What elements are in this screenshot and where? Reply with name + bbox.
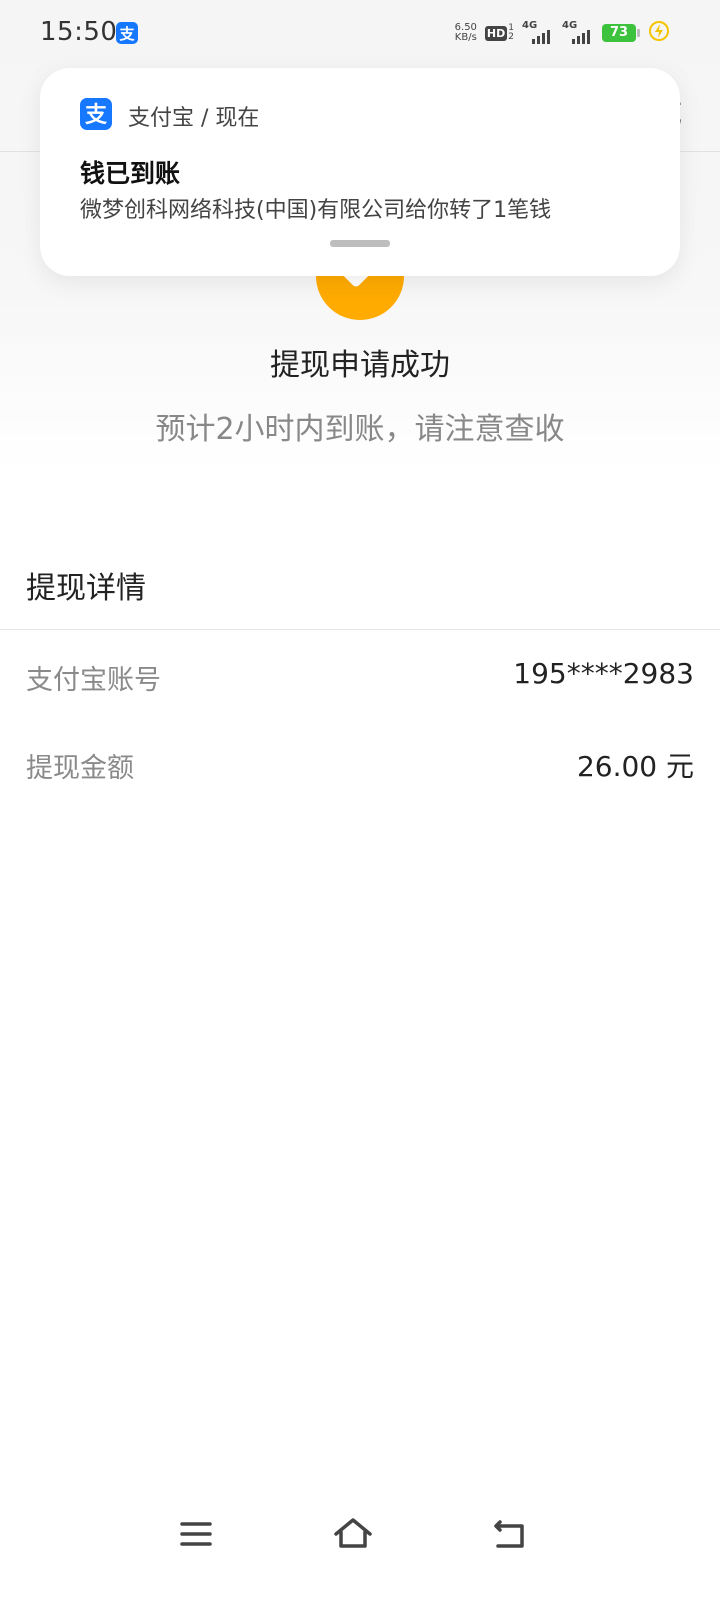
status-bar: 15:50 支 6.50 KB/s HD 1 2 4G 4G 73 bbox=[0, 0, 720, 64]
menu-icon[interactable] bbox=[172, 1510, 220, 1558]
details-header: 提现详情 bbox=[0, 540, 720, 630]
account-label: 支付宝账号 bbox=[26, 665, 161, 696]
result-title: 提现申请成功 bbox=[270, 348, 450, 383]
network-speed-unit: KB/s bbox=[454, 32, 477, 43]
hd-sim-2: 2 bbox=[508, 32, 514, 42]
system-nav-bar bbox=[0, 1480, 720, 1600]
result-subtitle: 预计2小时内到账，请注意查收 bbox=[155, 412, 565, 447]
home-icon[interactable] bbox=[329, 1510, 377, 1558]
notification-drag-handle[interactable] bbox=[330, 240, 390, 247]
sim2-signal-icon: 4G bbox=[562, 20, 594, 46]
svg-text:支: 支 bbox=[85, 103, 108, 128]
hd-voice-icon: HD 1 2 bbox=[484, 24, 514, 42]
alipay-status-icon: 支 bbox=[116, 22, 138, 44]
svg-text:支: 支 bbox=[118, 25, 135, 43]
battery-icon: 73 bbox=[602, 24, 640, 42]
hd-label: HD bbox=[484, 25, 508, 41]
details-header-title: 提现详情 bbox=[26, 570, 146, 606]
sim1-signal-icon: 4G bbox=[522, 20, 554, 46]
withdraw-details: 提现详情 支付宝账号 195****2983 提现金额 26.00 元 bbox=[0, 540, 720, 806]
status-indicators: 6.50 KB/s HD 1 2 4G 4G 73 bbox=[455, 20, 670, 46]
notification-app-name: 支付宝 / 现在 bbox=[128, 106, 260, 131]
amount-value: 26.00 元 bbox=[576, 750, 694, 783]
account-value: 195****2983 bbox=[513, 657, 694, 690]
battery-level: 73 bbox=[609, 25, 629, 40]
lightning-icon bbox=[648, 20, 670, 46]
status-time: 15:50 bbox=[40, 17, 118, 47]
notification-body: 微梦创科网络科技(中国)有限公司给你转了1笔钱 bbox=[80, 198, 552, 223]
notification-banner[interactable]: 支 支付宝 / 现在 钱已到账 微梦创科网络科技(中国)有限公司给你转了1笔钱 bbox=[40, 68, 680, 276]
notification-title: 钱已到账 bbox=[80, 159, 181, 188]
back-icon[interactable] bbox=[486, 1510, 534, 1558]
amount-label: 提现金额 bbox=[26, 753, 134, 784]
detail-row-amount: 提现金额 26.00 元 bbox=[0, 718, 720, 806]
alipay-icon: 支 bbox=[80, 98, 112, 130]
network-speed: 6.50 KB/s bbox=[455, 23, 477, 43]
screen: 15:50 支 6.50 KB/s HD 1 2 4G 4G 73 提现申请成功… bbox=[0, 0, 720, 1600]
detail-row-account: 支付宝账号 195****2983 bbox=[0, 630, 720, 718]
